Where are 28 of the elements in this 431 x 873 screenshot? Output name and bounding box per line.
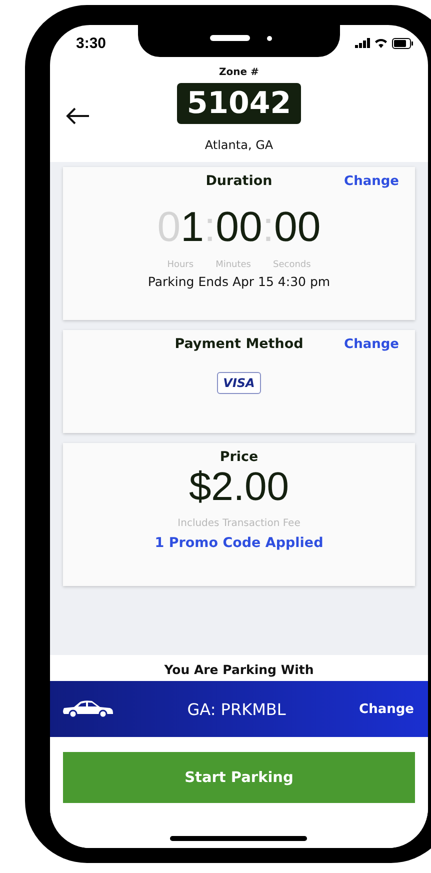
start-parking-button[interactable]: Start Parking — [63, 752, 415, 803]
camera-icon — [267, 36, 272, 41]
zone-number: 51042 — [176, 83, 302, 124]
status-time: 3:30 — [76, 34, 106, 52]
zone-label: Zone # — [219, 67, 259, 78]
speaker-icon — [210, 35, 250, 41]
license-plate: GA: PRKMBL — [187, 700, 286, 718]
unit-label: Minutes — [216, 260, 251, 270]
location-text: Atlanta, GA — [204, 138, 274, 152]
parking-end-time: Parking Ends Apr 15 4:30 pm — [148, 274, 330, 289]
wifi-icon — [374, 38, 388, 48]
unit-label: Hours — [167, 260, 194, 270]
card-brand-logo: VISA — [217, 372, 261, 394]
promo-link[interactable]: 1 Promo Code Applied — [154, 535, 324, 551]
battery-icon — [392, 38, 414, 48]
card-title: Price — [220, 449, 258, 465]
change-link[interactable]: Change — [344, 174, 399, 189]
unit-label: Seconds — [273, 260, 311, 270]
signal-icon — [355, 38, 370, 48]
card-title: Duration — [206, 173, 272, 189]
vehicle-heading: You Are Parking With — [164, 662, 314, 677]
card-title: Payment Method — [174, 336, 304, 352]
change-link[interactable]: Change — [359, 702, 414, 716]
change-link[interactable]: Change — [344, 337, 399, 352]
fee-note: Includes Transaction Fee — [178, 518, 300, 529]
car-icon — [62, 700, 114, 718]
price-amount: $2.00 — [188, 465, 290, 510]
back-arrow-icon[interactable] — [66, 107, 90, 125]
